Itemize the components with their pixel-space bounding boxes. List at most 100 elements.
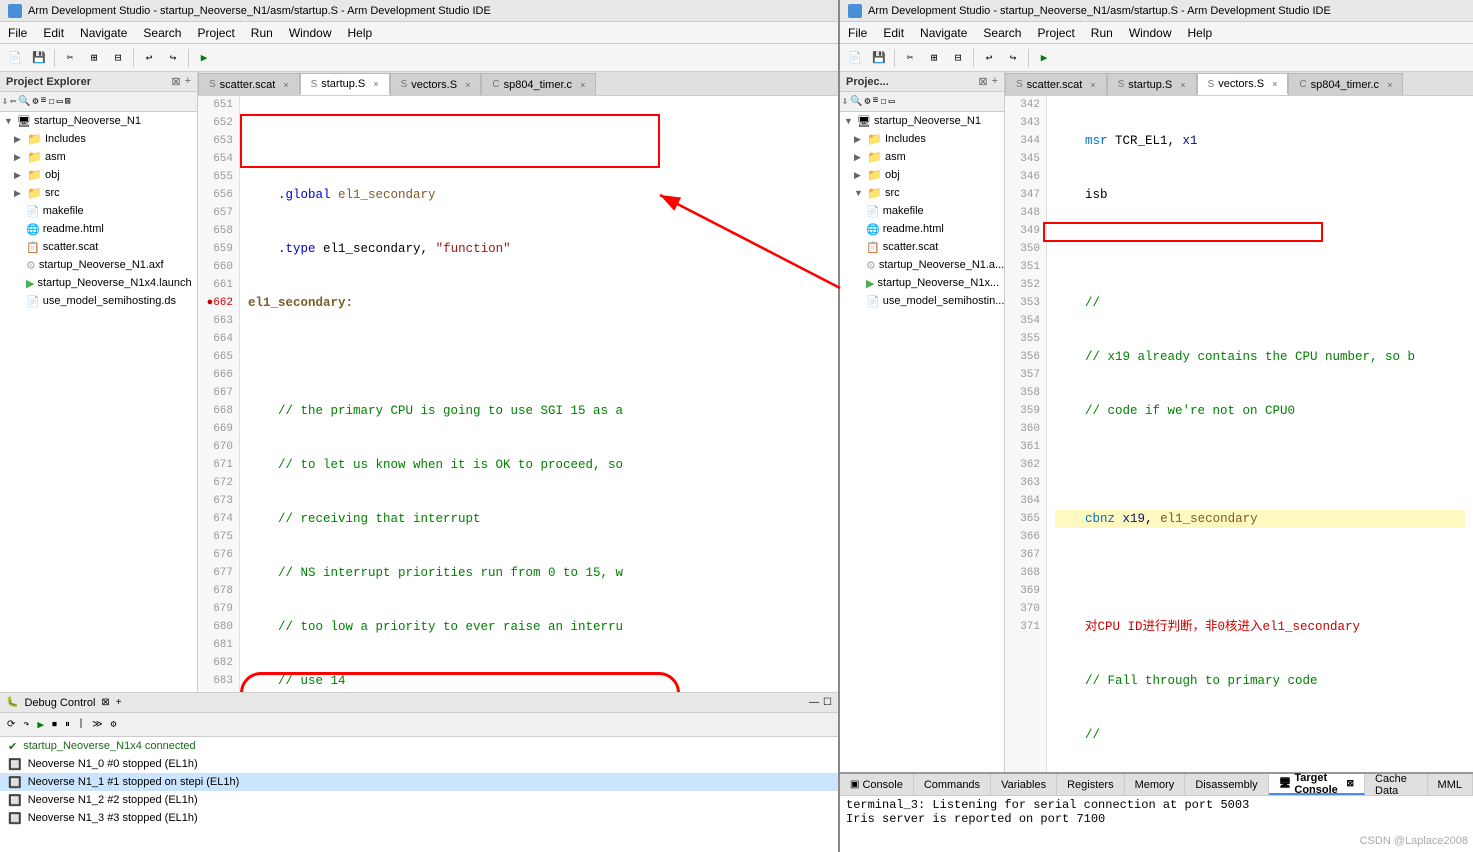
tab-close-startup-left[interactable]: × — [373, 79, 378, 89]
menu-navigate-right[interactable]: Navigate — [912, 24, 975, 42]
debug-tb-play[interactable]: ▶ — [34, 718, 47, 732]
right-collapse-icon[interactable]: ⊠ — [978, 75, 987, 88]
debug-tb-more[interactable]: ≫ — [89, 719, 105, 731]
menu-edit-right[interactable]: Edit — [875, 24, 912, 42]
tab-scatter-left[interactable]: S scatter.scat × — [198, 73, 300, 95]
toolbar-btn-1[interactable]: 📄 — [4, 47, 26, 69]
menu-run-left[interactable]: Run — [243, 24, 281, 42]
menu-help-left[interactable]: Help — [340, 24, 381, 42]
menu-search-right[interactable]: Search — [975, 24, 1029, 42]
tab-scatter-right[interactable]: S scatter.scat × — [1005, 73, 1107, 95]
explorer-tb-6[interactable]: ☐ — [49, 96, 55, 108]
menu-window-right[interactable]: Window — [1121, 24, 1180, 42]
console-tab-mml[interactable]: MML — [1428, 774, 1473, 795]
tree-root-right[interactable]: ▼ 🖥 startup_Neoverse_N1 — [840, 112, 1004, 130]
tab-vectors-left[interactable]: S vectors.S × — [390, 73, 482, 95]
right-toolbar-btn-2[interactable]: 💾 — [868, 47, 890, 69]
explorer-tb-2[interactable]: ⇦ — [10, 96, 16, 108]
toolbar-btn-4[interactable]: ⊞ — [83, 47, 105, 69]
tree-asm-right[interactable]: ▶ 📁 asm — [840, 148, 1004, 166]
toolbar-btn-5[interactable]: ⊟ — [107, 47, 129, 69]
left-code-editor[interactable]: 651652653654655 656657658659660 661●6626… — [198, 96, 838, 692]
tab-close-startup-right[interactable]: × — [1180, 80, 1185, 90]
tree-scatter-left[interactable]: 📋 scatter.scat — [0, 238, 197, 256]
tab-close-sp804-left[interactable]: × — [580, 80, 585, 90]
tree-ds-right[interactable]: 📄 use_model_semihostin... — [840, 292, 1004, 310]
console-tab-disassembly[interactable]: Disassembly — [1185, 774, 1268, 795]
tree-makefile-left[interactable]: 📄 makefile — [0, 202, 197, 220]
right-toolbar-btn-4[interactable]: ⊞ — [923, 47, 945, 69]
right-toolbar-btn-3[interactable]: ✂ — [899, 47, 921, 69]
debug-tb-pause[interactable]: ⏸ — [62, 719, 73, 731]
tree-readme-right[interactable]: 🌐 readme.html — [840, 220, 1004, 238]
target-console-cross[interactable]: ⊠ — [1347, 778, 1355, 789]
menu-file-left[interactable]: File — [0, 24, 35, 42]
console-tab-console[interactable]: ▣ Console — [840, 774, 914, 795]
menu-file-right[interactable]: File — [840, 24, 875, 42]
right-explorer-tb-6[interactable]: ▭ — [889, 96, 895, 108]
tree-includes-left[interactable]: ▶ 📁 Includes — [0, 130, 197, 148]
right-explorer-tb-3[interactable]: ⚙ — [864, 96, 870, 108]
tab-startup-left[interactable]: S startup.S × — [300, 73, 390, 95]
tab-close-scatter-right[interactable]: × — [1090, 80, 1095, 90]
menu-navigate-left[interactable]: Navigate — [72, 24, 135, 42]
tree-launch-right[interactable]: ▶ startup_Neoverse_N1x... — [840, 274, 1004, 292]
tab-close-vectors-left[interactable]: × — [465, 80, 470, 90]
console-tab-memory[interactable]: Memory — [1125, 774, 1186, 795]
left-code-area[interactable]: .global el1_secondary .type el1_secondar… — [240, 96, 838, 692]
debug-cpu2[interactable]: 🔲 Neoverse N1_2 #2 stopped (EL1h) — [0, 791, 838, 809]
right-code-editor[interactable]: 342343344345346 347348349350351 35235335… — [1005, 96, 1473, 772]
collapse-icon[interactable]: ⊠ — [171, 75, 180, 88]
tree-includes-right[interactable]: ▶ 📁 Includes — [840, 130, 1004, 148]
right-toolbar-btn-7[interactable]: ↪ — [1002, 47, 1024, 69]
debug-cpu0[interactable]: 🔲 Neoverse N1_0 #0 stopped (EL1h) — [0, 755, 838, 773]
console-tab-variables[interactable]: Variables — [991, 774, 1057, 795]
explorer-tb-3[interactable]: 🔍 — [18, 96, 30, 108]
debug-cpu1[interactable]: 🔲 Neoverse N1_1 #1 stopped on stepi (EL1… — [0, 773, 838, 791]
right-code-area[interactable]: msr TCR_EL1, x1 isb // // x19 already co… — [1047, 96, 1473, 772]
console-tab-registers[interactable]: Registers — [1057, 774, 1124, 795]
tab-close-vectors-right[interactable]: × — [1272, 79, 1277, 89]
menu-edit-left[interactable]: Edit — [35, 24, 72, 42]
explorer-tb-8[interactable]: ⊠ — [65, 96, 71, 108]
tree-scatter-right[interactable]: 📋 scatter.scat — [840, 238, 1004, 256]
maximize-debug[interactable]: ☐ — [823, 697, 832, 708]
right-explorer-tb-2[interactable]: 🔍 — [850, 96, 862, 108]
tree-obj-left[interactable]: ▶ 📁 obj — [0, 166, 197, 184]
right-toolbar-btn-5[interactable]: ⊟ — [947, 47, 969, 69]
toolbar-btn-6[interactable]: ↩ — [138, 47, 160, 69]
menu-project-right[interactable]: Project — [1029, 24, 1082, 42]
tree-root-left[interactable]: ▼ 🖥 startup_Neoverse_N1 — [0, 112, 197, 130]
explorer-tb-4[interactable]: ⚙ — [33, 96, 39, 108]
menu-help-right[interactable]: Help — [1180, 24, 1221, 42]
console-tab-commands[interactable]: Commands — [914, 774, 991, 795]
right-explorer-tb-4[interactable]: ≡ — [873, 96, 879, 107]
tree-src-right[interactable]: ▼ 📁 src — [840, 184, 1004, 202]
tab-vectors-right[interactable]: S vectors.S × — [1197, 73, 1289, 95]
tab-sp804-right[interactable]: C sp804_timer.c × — [1288, 73, 1403, 95]
right-add-icon-explorer[interactable]: + — [992, 75, 998, 88]
debug-tb-settings[interactable]: ⚙ — [108, 719, 120, 731]
right-toolbar-btn-1[interactable]: 📄 — [844, 47, 866, 69]
toolbar-btn-3[interactable]: ✂ — [59, 47, 81, 69]
explorer-tb-7[interactable]: ▭ — [57, 96, 63, 108]
console-tab-cache[interactable]: Cache Data — [1365, 774, 1428, 795]
tree-launch-left[interactable]: ▶ startup_Neoverse_N1x4.launch — [0, 274, 197, 292]
debug-cpu3[interactable]: 🔲 Neoverse N1_3 #3 stopped (EL1h) — [0, 809, 838, 827]
menu-window-left[interactable]: Window — [281, 24, 340, 42]
tab-startup-right[interactable]: S startup.S × — [1107, 73, 1197, 95]
right-toolbar-btn-run[interactable]: ▶ — [1033, 47, 1055, 69]
minimize-debug[interactable]: — — [809, 697, 819, 708]
right-explorer-tb-5[interactable]: ☐ — [881, 96, 887, 108]
tree-src-left[interactable]: ▶ 📁 src — [0, 184, 197, 202]
debug-tb-stop[interactable]: ⏹ — [49, 719, 60, 731]
console-tab-target[interactable]: 🖥 Target Console ⊠ — [1269, 774, 1365, 795]
toolbar-btn-run[interactable]: ▶ — [193, 47, 215, 69]
tree-obj-right[interactable]: ▶ 📁 obj — [840, 166, 1004, 184]
toolbar-btn-2[interactable]: 💾 — [28, 47, 50, 69]
right-toolbar-btn-6[interactable]: ↩ — [978, 47, 1000, 69]
right-explorer-tb-1[interactable]: ⇩ — [842, 96, 848, 108]
tree-axf-left[interactable]: ⚙ startup_Neoverse_N1.axf — [0, 256, 197, 274]
tree-asm-left[interactable]: ▶ 📁 asm — [0, 148, 197, 166]
debug-tb-resume[interactable]: ⟳ — [4, 719, 18, 731]
